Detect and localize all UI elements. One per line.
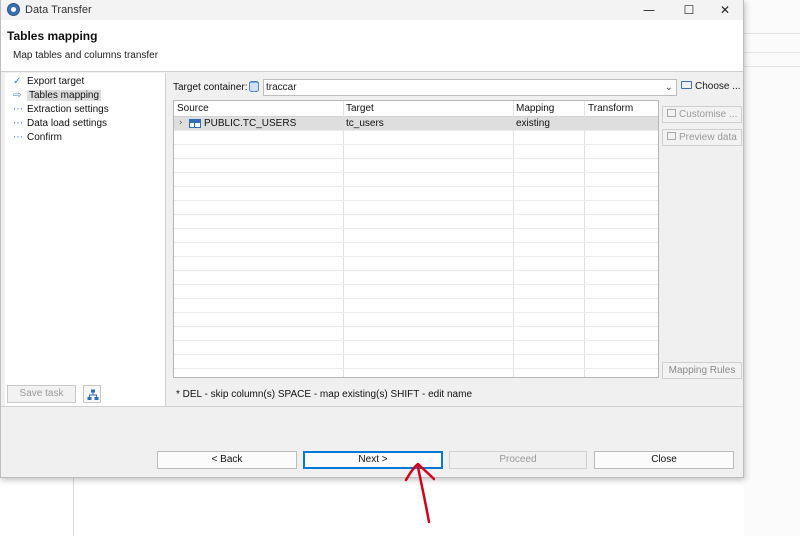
cell-target: tc_users [346, 118, 384, 129]
database-icon [249, 81, 259, 92]
table-row [174, 145, 658, 159]
customise-button[interactable]: Customise ... [662, 106, 742, 123]
choose-label: Choose ... [695, 81, 741, 92]
arrow-right-icon: ⇨ [13, 90, 22, 101]
mapping-rules-button[interactable]: Mapping Rules [662, 362, 742, 379]
nav-item-export-target[interactable]: ✓ Export target [13, 76, 84, 90]
folder-icon [681, 81, 692, 90]
back-button[interactable]: < Back [157, 451, 297, 469]
table-icon [189, 119, 201, 128]
customise-icon [667, 109, 676, 118]
table-row [174, 355, 658, 369]
preview-label: Preview data [679, 132, 737, 143]
background-app-area [744, 0, 800, 536]
chevron-right-icon[interactable]: › [179, 118, 183, 128]
check-icon: ✓ [13, 76, 22, 87]
preview-data-button[interactable]: Preview data [662, 129, 742, 146]
data-transfer-dialog: Data Transfer — ☐ ✕ Tables mapping Map t… [0, 0, 744, 478]
preview-icon [667, 132, 676, 141]
hierarchy-icon [87, 389, 99, 400]
table-row [174, 229, 658, 243]
nav-item-label: Extraction settings [27, 104, 109, 115]
table-row [174, 299, 658, 313]
table-row [174, 187, 658, 201]
maximize-button[interactable]: ☐ [671, 0, 707, 20]
table-row [174, 173, 658, 187]
window-title: Data Transfer [25, 4, 92, 16]
page-subtitle: Map tables and columns transfer [13, 50, 159, 61]
choose-button[interactable]: Choose ... [681, 79, 743, 96]
save-task-button[interactable]: Save task [7, 385, 76, 403]
table-row [174, 285, 658, 299]
cell-source: PUBLIC.TC_USERS [204, 118, 297, 129]
table-row [174, 341, 658, 355]
table-row [174, 257, 658, 271]
nav-item-label: Data load settings [27, 118, 108, 129]
table-row [174, 243, 658, 257]
mapping-panel: Target container: traccar ⌄ Choose ... S… [167, 73, 743, 406]
app-icon [7, 3, 20, 16]
nav-item-data-load-settings[interactable]: ⋯ Data load settings [13, 118, 107, 132]
close-window-button[interactable]: ✕ [707, 0, 743, 20]
nav-item-label: Confirm [27, 132, 63, 143]
background-divider [744, 52, 800, 53]
nav-item-confirm[interactable]: ⋯ Confirm [13, 132, 62, 146]
keyboard-hint: * DEL - skip column(s) SPACE - map exist… [176, 389, 473, 400]
minimize-button[interactable]: — [631, 0, 667, 20]
column-header-mapping[interactable]: Mapping [516, 103, 554, 114]
table-row [174, 327, 658, 341]
column-divider [658, 101, 659, 378]
wizard-steps-nav: ✓ Export target ⇨ Tables mapping ⋯ Extracti… [5, 73, 166, 406]
target-container-label: Target container: [173, 82, 248, 93]
nav-item-tables-mapping[interactable]: ⇨ Tables mapping [13, 90, 102, 104]
table-header: Source Target Mapping Transform [174, 101, 658, 117]
title-bar: Data Transfer — ☐ ✕ [1, 0, 743, 20]
background-divider [744, 66, 800, 67]
background-divider [744, 33, 800, 34]
wizard-header: Tables mapping Map tables and columns tr… [1, 20, 743, 72]
task-tree-button[interactable] [83, 385, 101, 403]
page-title: Tables mapping [7, 29, 98, 43]
table-row[interactable]: › PUBLIC.TC_USERS tc_users existing [174, 117, 658, 131]
proceed-button[interactable]: Proceed [449, 451, 587, 469]
close-button[interactable]: Close [594, 451, 734, 469]
table-row [174, 159, 658, 173]
chevron-down-icon[interactable]: ⌄ [665, 80, 673, 95]
customise-label: Customise ... [679, 109, 738, 120]
column-header-source[interactable]: Source [177, 103, 209, 114]
background-divider [73, 478, 74, 536]
dots-icon: ⋯ [13, 132, 23, 143]
red-arrow-annotation [404, 462, 436, 524]
table-row [174, 313, 658, 327]
column-header-transform[interactable]: Transform [588, 103, 633, 114]
target-container-value: traccar [266, 82, 297, 93]
mapping-table[interactable]: Source Target Mapping Transform › PUBLIC… [173, 100, 659, 378]
nav-item-label: Export target [27, 76, 85, 87]
cell-mapping: existing [516, 118, 550, 129]
dots-icon: ⋯ [13, 104, 23, 115]
table-row [174, 201, 658, 215]
nav-item-extraction-settings[interactable]: ⋯ Extraction settings [13, 104, 109, 118]
table-row [174, 271, 658, 285]
wizard-button-bar: < Back Next > Proceed Close [1, 406, 743, 477]
column-header-target[interactable]: Target [346, 103, 374, 114]
target-container-select[interactable]: traccar ⌄ [263, 79, 677, 96]
table-row [174, 131, 658, 145]
table-row [174, 215, 658, 229]
nav-item-label: Tables mapping [27, 90, 102, 101]
dots-icon: ⋯ [13, 118, 23, 129]
